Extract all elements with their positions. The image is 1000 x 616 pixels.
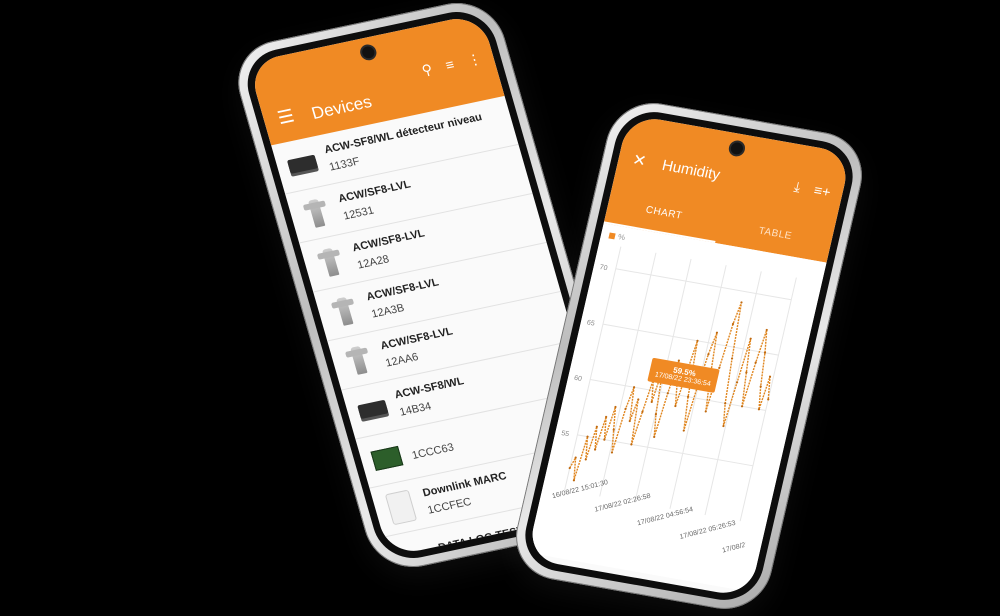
y-tick-label: 70 [599,264,608,272]
data-point [767,398,770,401]
device-thumbnail [368,439,407,478]
x-tick-label: 16/08/22 15:01:30 [551,479,608,500]
device-image [321,247,340,277]
x-tick-label: 17/08/22 04:56:54 [637,506,694,527]
device-name: DATA LOG TEST [437,524,526,555]
device-image [370,445,404,471]
device-thumbnail [297,194,336,233]
data-point [593,448,597,451]
x-tick-label: 17/08/22 05:26:53 [679,520,736,541]
more-vert-icon[interactable]: ⋮ [465,50,483,69]
grid-line-vertical [564,246,622,491]
y-tick-label: 65 [586,319,595,327]
humidity-screen: ✕ Humidity ⤓ ≡+ CHART TABLE % 70 65 60 55 16… [526,114,852,598]
filter-icon[interactable]: ≡ [444,56,457,74]
device-image [357,399,389,420]
data-point [730,357,734,360]
page-title: Devices [309,92,374,123]
device-id: 1CCC63 [410,441,456,462]
grid-line-vertical [599,252,657,497]
y-tick-label: 60 [573,375,582,383]
phone-bezel: ✕ Humidity ⤓ ≡+ CHART TABLE % 70 65 60 55 16… [517,106,861,606]
data-point [724,402,727,405]
data-point [628,419,631,423]
device-thumbnail [339,341,378,380]
data-point [745,371,748,374]
device-thumbnail [396,537,435,557]
device-text: ACW/SF8-LVL 12AA6 [379,325,459,369]
device-text: ACW/SF8-LVL 12531 [337,178,417,222]
device-thumbnail [353,390,392,429]
app-bar-actions: ⚲ ≡ ⋮ [420,50,484,79]
device-thumbnail [382,488,421,527]
close-icon[interactable]: ✕ [631,150,649,172]
download-icon[interactable]: ⤓ [792,178,803,196]
data-point [686,395,690,398]
data-point [768,375,772,378]
device-id [442,542,527,557]
device-text: ACW-SF8/WL 14B34 [393,375,470,418]
phone-humidity: ✕ Humidity ⤓ ≡+ CHART TABLE % 70 65 60 55 16… [506,95,872,616]
data-point [740,405,744,408]
app-bar-actions: ⤓ ≡+ [792,178,833,201]
data-point [682,429,685,432]
device-image [350,345,368,375]
device-image [307,198,326,228]
device-image [384,489,418,526]
menu-icon[interactable]: ☰ [275,106,297,130]
device-text: ACW/SF8-LVL 12A3B [365,276,445,320]
device-text: 1CCC63 [409,436,456,462]
data-point [740,301,743,304]
device-thumbnail [325,292,364,331]
device-image [286,154,319,174]
data-point [603,438,606,441]
data-point [759,385,762,388]
grid-line-horizontal [615,268,792,301]
device-text: ACW/SF8-LVL 12A28 [351,227,431,271]
x-tick-label: 17/08/22 09:26:45 [722,533,779,554]
grid-line-horizontal [602,323,779,356]
playlist-add-icon[interactable]: ≡+ [812,182,833,201]
search-icon[interactable]: ⚲ [420,61,435,79]
data-point [630,443,633,446]
data-point [572,479,576,482]
y-tick-label: 55 [560,430,569,438]
device-text: DATA LOG TEST [437,525,527,557]
data-point [763,351,767,354]
data-point [584,458,587,461]
device-thumbnail [283,145,322,184]
page-title: Humidity [660,156,722,184]
x-tick-label: 17/08/22 02:26:58 [594,493,651,514]
device-image [335,296,354,326]
data-point [637,398,640,401]
device-text: Downlink MARC 1CCFEC [421,470,513,517]
device-thumbnail [311,243,350,282]
legend-swatch [608,232,616,239]
data-point [632,386,636,389]
